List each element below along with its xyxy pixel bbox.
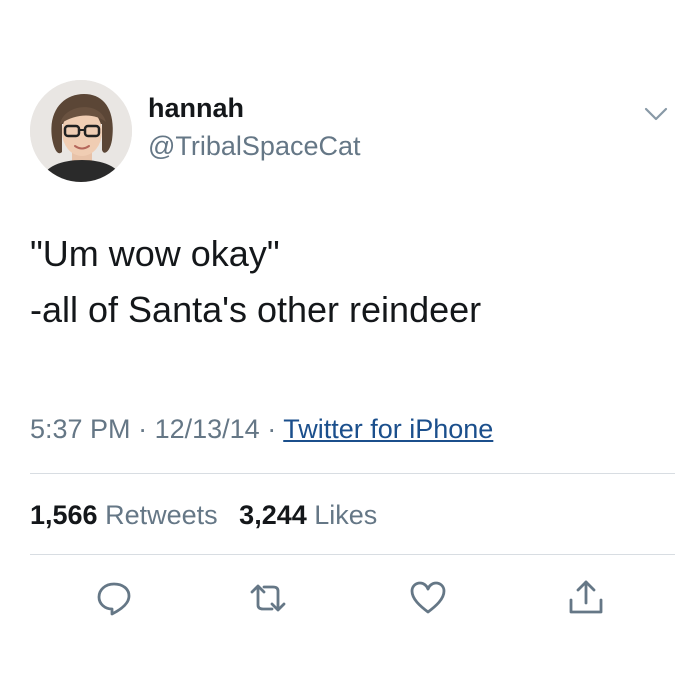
tweet-stats: 1,566 Retweets 3,244 Likes bbox=[30, 497, 377, 533]
tweet-source-link[interactable]: Twitter for iPhone bbox=[283, 414, 493, 444]
reply-icon bbox=[97, 582, 131, 616]
share-icon bbox=[569, 580, 603, 614]
tweet-meta: 5:37 PM · 12/13/14 · Twitter for iPhone bbox=[30, 411, 493, 447]
retweet-button[interactable] bbox=[248, 578, 288, 618]
display-name[interactable]: hannah bbox=[148, 91, 244, 125]
likes-label[interactable]: Likes bbox=[314, 500, 377, 530]
tweet-text: "Um wow okay" -all of Santa's other rein… bbox=[30, 226, 670, 338]
tweet-text-line: -all of Santa's other reindeer bbox=[30, 289, 482, 330]
tweet-text-line: "Um wow okay" bbox=[30, 233, 280, 274]
tweet-date: 12/13/14 bbox=[154, 414, 260, 444]
share-button[interactable] bbox=[566, 578, 606, 618]
likes-count[interactable]: 3,244 bbox=[239, 500, 307, 530]
divider bbox=[30, 554, 675, 555]
retweet-icon bbox=[250, 584, 286, 612]
meta-separator: · bbox=[138, 414, 148, 444]
meta-separator: · bbox=[267, 414, 277, 444]
avatar[interactable] bbox=[30, 80, 132, 182]
profile-photo-icon bbox=[30, 80, 132, 182]
tweet-time: 5:37 PM bbox=[30, 414, 131, 444]
divider bbox=[30, 473, 675, 474]
retweets-count[interactable]: 1,566 bbox=[30, 500, 98, 530]
like-button[interactable] bbox=[408, 578, 448, 618]
user-handle[interactable]: @TribalSpaceCat bbox=[148, 129, 361, 163]
reply-button[interactable] bbox=[94, 578, 134, 618]
retweets-label[interactable]: Retweets bbox=[105, 500, 218, 530]
chevron-down-icon[interactable] bbox=[642, 104, 670, 124]
like-heart-icon bbox=[410, 581, 446, 614]
